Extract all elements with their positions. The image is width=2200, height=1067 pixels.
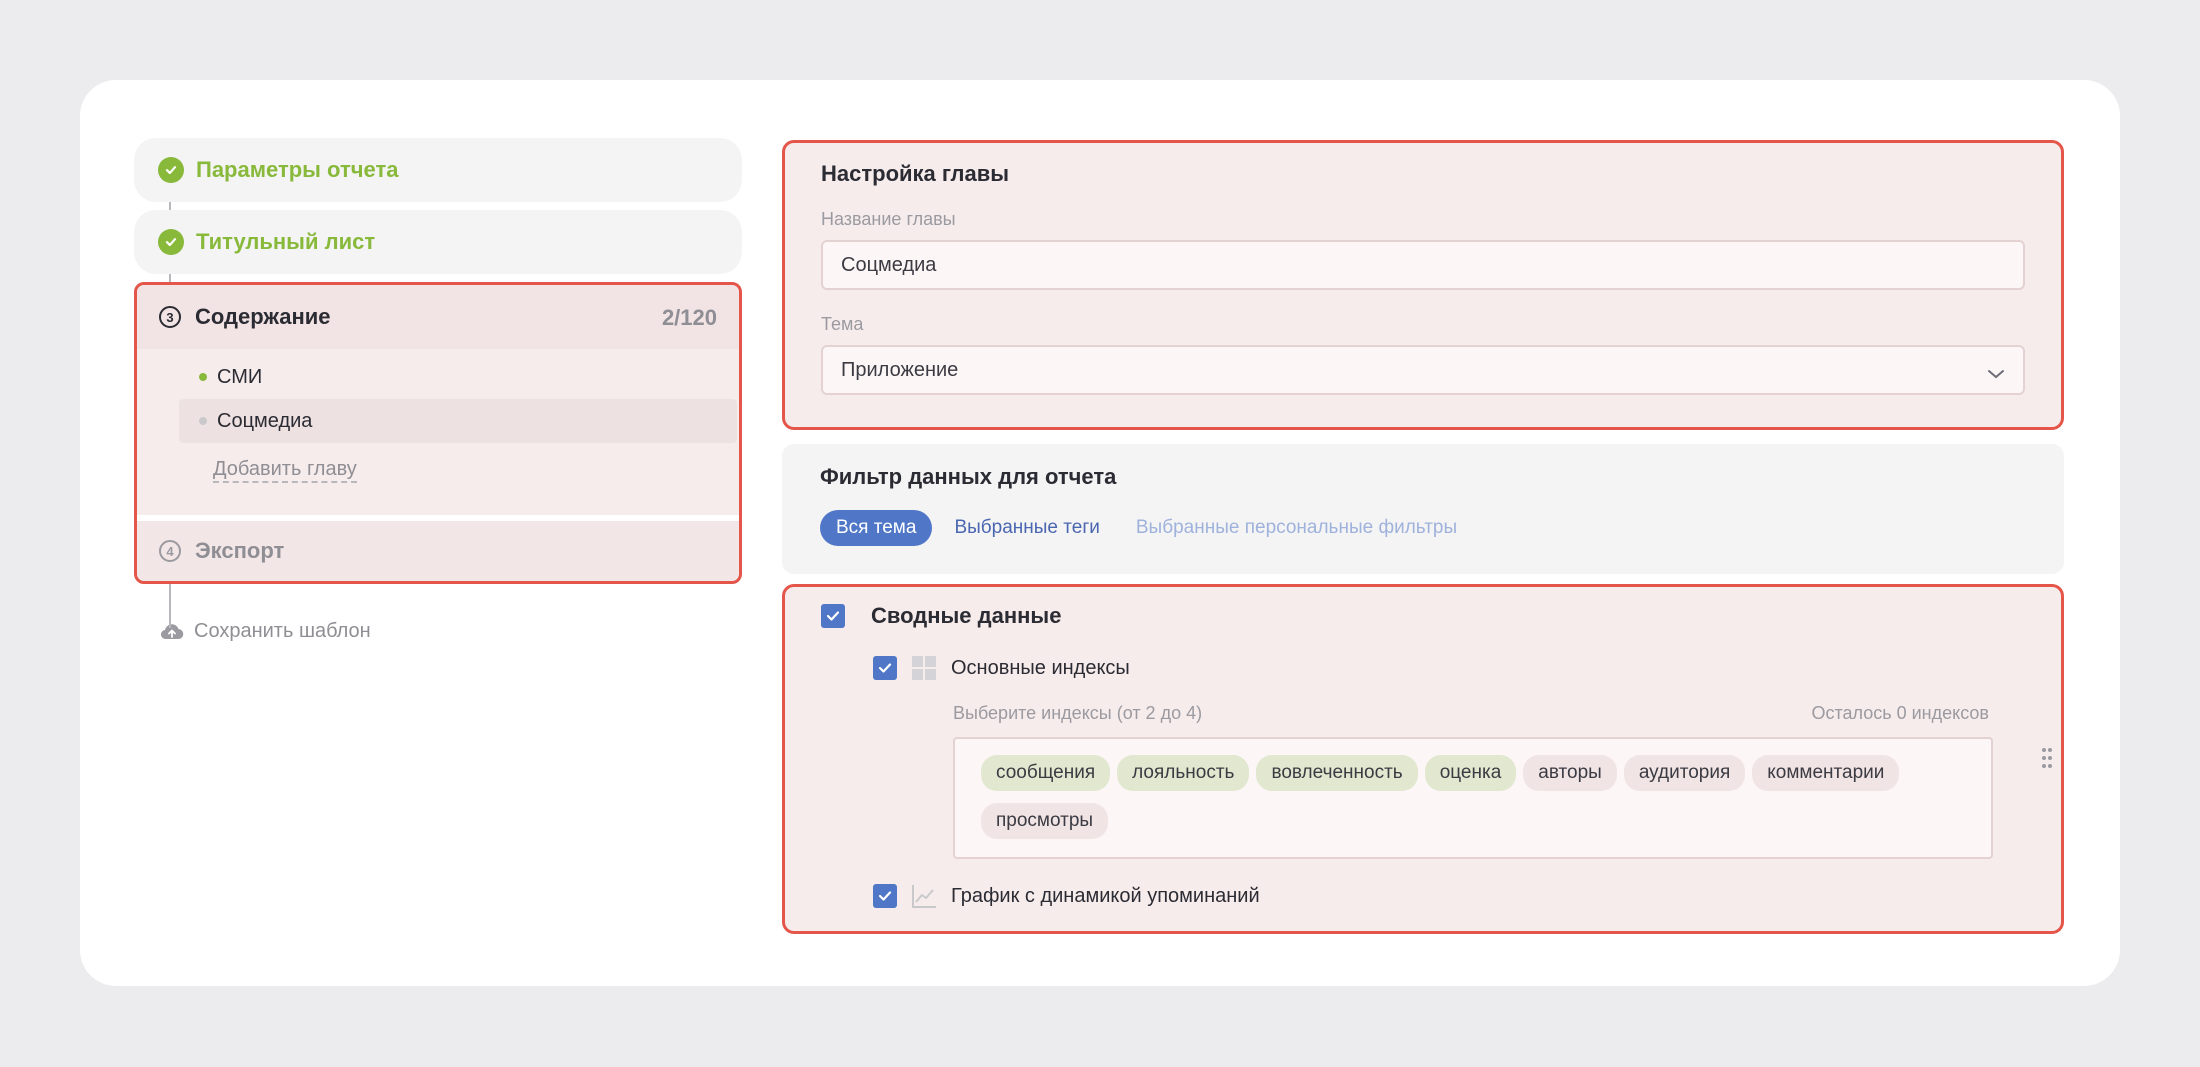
theme-value: Приложение [841, 358, 959, 381]
indexes-chip-box: сообщения лояльность вовлеченность оценка ав… [953, 737, 1993, 859]
step-label: Параметры отчета [196, 157, 399, 182]
drag-handle-icon[interactable] [2041, 747, 2053, 769]
status-dot [199, 373, 207, 381]
step-report-params[interactable]: Параметры отчета [134, 138, 742, 202]
index-chip[interactable]: вовлеченность [1256, 755, 1418, 791]
steps-sidebar: Параметры отчета Титульный лист 3 Содерж… [134, 138, 742, 643]
step-content[interactable]: 3 Содержание 2/120 [137, 285, 739, 349]
data-filter-panel: Фильтр данных для отчета Вся тема Выбран… [782, 444, 2064, 574]
step-label: Титульный лист [196, 229, 376, 254]
main-indexes-row: Основные индексы [873, 655, 1130, 681]
chapter-item-active[interactable]: Соцмедиа [179, 399, 737, 443]
index-chip[interactable]: просмотры [981, 803, 1109, 839]
filter-tabs: Вся тема Выбранные теги Выбранные персон… [820, 510, 2026, 546]
tab-personal-filters[interactable]: Выбранные персональные фильтры [1136, 517, 1457, 539]
chapter-settings-panel: Настройка главы Название главы Соцмедиа … [782, 140, 2064, 430]
dynamics-chart-row: График с динамикой упоминаний [873, 883, 1260, 909]
dynamics-checkbox[interactable] [873, 884, 897, 908]
add-chapter-link[interactable]: Добавить главу [213, 457, 357, 483]
index-chip[interactable]: лояльность [1117, 755, 1250, 791]
panel-title: Фильтр данных для отчета [820, 464, 1117, 489]
main-indexes-checkbox[interactable] [873, 656, 897, 680]
step-title-page[interactable]: Титульный лист [134, 210, 742, 274]
indexes-remaining: Осталось 0 индексов [1811, 703, 1989, 723]
step-export[interactable]: 4 Экспорт [137, 515, 739, 581]
index-chip[interactable]: авторы [1523, 755, 1617, 791]
summary-data-panel: Сводные данные Основные индексы Выберите… [782, 584, 2064, 934]
save-template-label: Сохранить шаблон [194, 620, 371, 642]
tab-selected-tags[interactable]: Выбранные теги [954, 517, 1099, 539]
summary-header: Сводные данные [821, 603, 1061, 629]
chapter-name-input[interactable]: Соцмедиа [821, 240, 2025, 290]
indexes-hint: Выберите индексы (от 2 до 4) [953, 703, 1203, 723]
step-label: Экспорт [195, 538, 285, 563]
chapter-label: СМИ [217, 365, 263, 388]
step-label: Содержание [195, 304, 331, 329]
cloud-upload-icon [160, 623, 184, 641]
chapter-editor: Настройка главы Название главы Соцмедиа … [782, 140, 2064, 934]
report-builder-card: Параметры отчета Титульный лист 3 Содерж… [80, 80, 2120, 986]
field-label: Название главы [821, 209, 956, 229]
chapter-label: Соцмедиа [217, 409, 313, 432]
chapter-item[interactable]: СМИ [137, 355, 739, 399]
chapter-list: СМИ Соцмедиа Добавить главу [137, 349, 739, 483]
index-chip[interactable]: сообщения [981, 755, 1111, 791]
index-chip[interactable]: оценка [1424, 755, 1517, 791]
status-dot [199, 417, 207, 425]
step-number-icon: 3 [159, 306, 181, 328]
save-template-button[interactable]: Сохранить шаблон [160, 620, 742, 643]
summary-checkbox[interactable] [821, 604, 845, 628]
panel-title: Настройка главы [821, 161, 1010, 186]
chapters-count: 2/120 [661, 305, 717, 330]
grid-icon [911, 655, 937, 681]
content-and-export-group: 3 Содержание 2/120 СМИ Соцмедиа Добавить… [134, 282, 742, 584]
index-chip[interactable]: комментарии [1752, 755, 1900, 791]
theme-select[interactable]: Приложение [821, 345, 2025, 395]
line-chart-icon [911, 883, 937, 909]
main-indexes-label: Основные индексы [951, 656, 1130, 679]
chevron-down-icon [1987, 363, 2005, 386]
index-chip[interactable]: аудитория [1623, 755, 1746, 791]
check-circle-icon [158, 157, 184, 183]
panel-title: Сводные данные [871, 603, 1062, 628]
field-label: Тема [821, 314, 864, 334]
step-number-icon: 4 [159, 540, 181, 562]
chapter-name-value: Соцмедиа [841, 253, 937, 276]
check-circle-icon [158, 229, 184, 255]
chip-list: сообщения лояльность вовлеченность оценка ав… [981, 755, 1971, 851]
tab-all-theme[interactable]: Вся тема [820, 510, 933, 546]
dynamics-chart-label: График с динамикой упоминаний [951, 884, 1260, 907]
